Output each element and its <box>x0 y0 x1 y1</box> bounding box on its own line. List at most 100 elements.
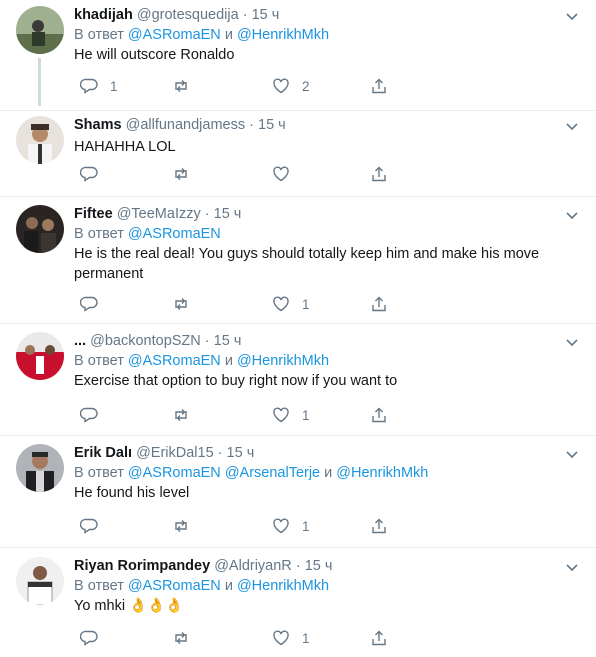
share-button[interactable] <box>370 516 388 536</box>
separator-dot: · <box>249 117 254 133</box>
author-handle[interactable]: @grotesquedija <box>137 7 239 23</box>
author-name[interactable]: Shams <box>74 117 122 133</box>
timestamp[interactable]: 15 ч <box>227 445 255 461</box>
reply-prefix: В ответ <box>74 578 124 594</box>
retweet-icon <box>175 168 187 180</box>
reply-prefix: В ответ <box>74 27 124 43</box>
mention-link[interactable]: @ASRomaEN <box>128 353 221 369</box>
like-count: 1 <box>302 630 310 646</box>
chevron-down-icon[interactable] <box>564 559 580 575</box>
share-button[interactable] <box>370 76 388 96</box>
share-icon <box>372 78 386 94</box>
chevron-down-icon[interactable] <box>564 334 580 350</box>
tweet[interactable]: khadijah @grotesquedija · 15 ч В ответ @… <box>0 0 596 111</box>
reply-prefix: В ответ <box>74 353 124 369</box>
like-button[interactable]: 2 <box>272 76 310 96</box>
author-name[interactable]: Riyan Rorimpandey <box>74 558 210 574</box>
like-count: 1 <box>302 407 310 423</box>
and-word: и <box>224 27 233 43</box>
like-count: 1 <box>302 518 310 534</box>
share-button[interactable] <box>370 164 388 184</box>
avatar[interactable] <box>16 6 64 54</box>
chevron-down-icon[interactable] <box>564 118 580 134</box>
share-icon <box>372 518 386 534</box>
reply-button[interactable]: 1 <box>80 76 118 96</box>
reply-prefix: В ответ <box>74 465 124 481</box>
reply-context: В ответ @ASRomaEN и @HenrikhMkh <box>74 351 560 371</box>
author-handle[interactable]: @AldriyanR <box>214 558 292 574</box>
like-button[interactable]: 1 <box>272 405 310 425</box>
timestamp[interactable]: 15 ч <box>214 206 242 222</box>
chevron-down-icon[interactable] <box>564 446 580 462</box>
reply-button[interactable] <box>80 628 110 648</box>
avatar[interactable] <box>16 205 64 253</box>
tweet[interactable]: Riyan Rorimpandey @AldriyanR · 15 ч В от… <box>0 548 596 657</box>
timestamp[interactable]: 15 ч <box>214 333 242 349</box>
tweet-text: He is the real deal! You guys should tot… <box>74 246 540 282</box>
avatar[interactable] <box>16 332 64 380</box>
timestamp[interactable]: 15 ч <box>252 7 280 23</box>
reply-context: В ответ @ASRomaEN <box>74 224 560 244</box>
reply-button[interactable] <box>80 164 110 184</box>
mention-link[interactable]: @ArsenalTerje <box>225 465 320 481</box>
tweet-text: HAHAHHA LOL <box>74 139 176 155</box>
like-count: 2 <box>302 78 310 94</box>
author-name[interactable]: ... <box>74 333 86 349</box>
author-name[interactable]: khadijah <box>74 7 133 23</box>
retweet-button[interactable] <box>172 628 202 648</box>
heart-icon <box>273 78 289 94</box>
mention-link[interactable]: @ASRomaEN <box>128 27 221 43</box>
author-handle[interactable]: @TeeMaIzzy <box>117 206 201 222</box>
share-button[interactable] <box>370 405 388 425</box>
reply-button[interactable] <box>80 405 110 425</box>
mention-link[interactable]: @HenrikhMkh <box>237 353 329 369</box>
share-icon <box>372 166 386 182</box>
retweet-icon <box>175 409 187 421</box>
retweet-button[interactable] <box>172 164 202 184</box>
tweet[interactable]: Shams @allfunandjamess · 15 ч HAHAHHA LO… <box>0 111 596 197</box>
author-name[interactable]: Fiftee <box>74 206 113 222</box>
timestamp[interactable]: 15 ч <box>258 117 286 133</box>
reply-icon <box>80 518 98 534</box>
like-button[interactable]: 1 <box>272 294 310 314</box>
retweet-icon <box>175 298 187 310</box>
tweet[interactable]: ... @backontopSZN · 15 ч В ответ @ASRoma… <box>0 324 596 436</box>
tweet-text: Yo mhki 👌👌👌 <box>74 598 184 614</box>
author-handle[interactable]: @allfunandjamess <box>126 117 246 133</box>
like-button[interactable]: 1 <box>272 516 310 536</box>
reply-context: В ответ @ASRomaEN @ArsenalTerje и @Henri… <box>74 463 560 483</box>
author-name[interactable]: Erik Dalı <box>74 445 132 461</box>
retweet-button[interactable] <box>172 516 202 536</box>
share-button[interactable] <box>370 628 388 648</box>
avatar[interactable] <box>16 116 64 164</box>
tweet-text: He found his level <box>74 485 190 501</box>
mention-link[interactable]: @HenrikhMkh <box>237 27 329 43</box>
author-handle[interactable]: @ErikDal15 <box>136 445 214 461</box>
mention-link[interactable]: @HenrikhMkh <box>336 465 428 481</box>
avatar[interactable] <box>16 444 64 492</box>
retweet-button[interactable] <box>172 294 202 314</box>
retweet-button[interactable] <box>172 405 202 425</box>
avatar[interactable] <box>16 557 64 605</box>
mention-link[interactable]: @ASRomaEN <box>128 578 221 594</box>
tweet[interactable]: Fiftee @TeeMaIzzy · 15 ч В ответ @ASRoma… <box>0 197 596 324</box>
share-icon <box>372 296 386 312</box>
reply-button[interactable] <box>80 516 110 536</box>
mention-link[interactable]: @ASRomaEN <box>128 226 221 242</box>
tweet[interactable]: Erik Dalı @ErikDal15 · 15 ч В ответ @ASR… <box>0 436 596 548</box>
chevron-down-icon[interactable] <box>564 8 580 24</box>
author-handle[interactable]: @backontopSZN <box>90 333 201 349</box>
chevron-down-icon[interactable] <box>564 207 580 223</box>
reply-button[interactable] <box>80 294 110 314</box>
like-button[interactable]: 1 <box>272 628 310 648</box>
mention-link[interactable]: @HenrikhMkh <box>237 578 329 594</box>
like-button[interactable] <box>272 164 302 184</box>
separator-dot: · <box>242 7 248 23</box>
share-icon <box>372 407 386 423</box>
share-button[interactable] <box>370 294 388 314</box>
retweet-button[interactable] <box>172 76 202 96</box>
heart-icon <box>273 166 289 182</box>
timestamp[interactable]: 15 ч <box>305 558 333 574</box>
thread-line <box>38 58 41 106</box>
mention-link[interactable]: @ASRomaEN <box>128 465 221 481</box>
